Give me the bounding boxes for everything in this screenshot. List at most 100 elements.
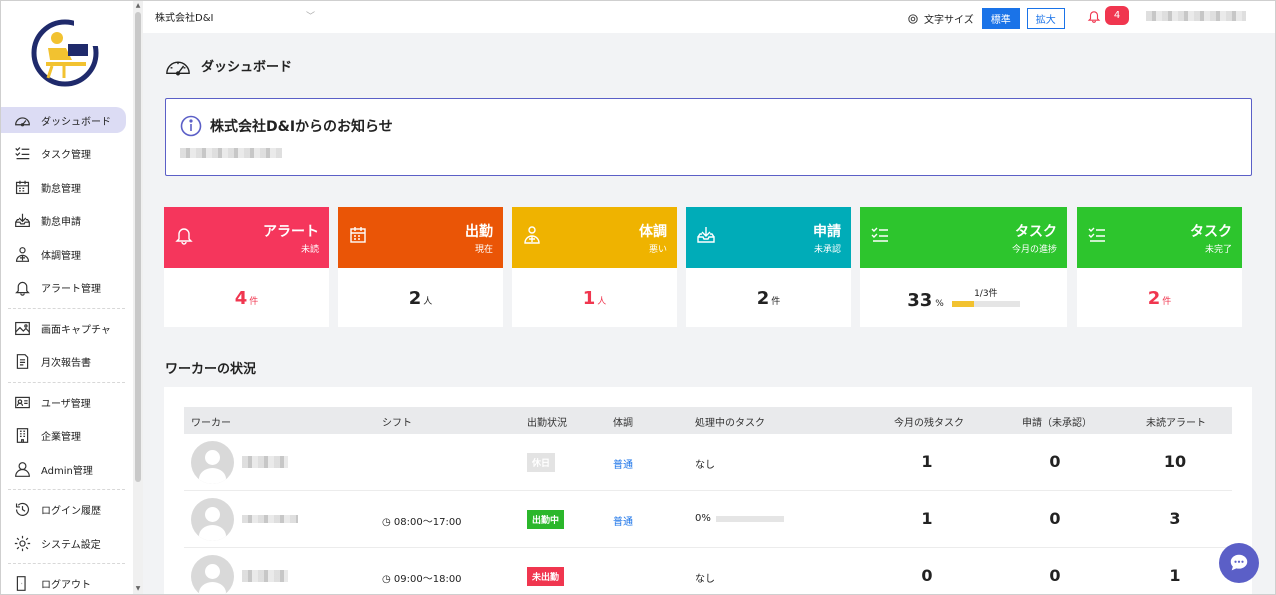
sidebar-item-label: 体調管理 (41, 250, 81, 262)
card-value-unit: 件 (771, 297, 781, 307)
progress-track (951, 301, 1020, 307)
sidebar-item-attendance-requests[interactable]: 勤怠申請 (0, 204, 133, 238)
card-value: 2件 (1077, 268, 1242, 309)
card-subtitle: 現在 (474, 245, 493, 255)
task-progress-bar: 1/3件 (951, 286, 1020, 307)
column-header-unread-alerts: 未読アラート (1146, 418, 1206, 429)
chat-button[interactable] (1219, 543, 1259, 583)
current-task: なし (695, 574, 715, 585)
font-large-button[interactable]: 拡大 (1026, 8, 1065, 29)
card-value: 4件 (164, 268, 329, 309)
sidebar-item-companies[interactable]: 企業管理 (0, 419, 133, 453)
sidebar-item-alerts[interactable]: アラート管理 (0, 271, 133, 305)
health-link[interactable]: 普通 (613, 456, 633, 471)
card-title: 出勤 (465, 224, 493, 240)
page-title-text: ダッシュボード (201, 59, 293, 75)
remaining-tasks: 0 (921, 566, 933, 585)
worker-name-redacted[interactable] (242, 570, 288, 582)
column-header-health: 体調 (613, 418, 633, 429)
card-attendance[interactable]: 出勤 現在 2人 (338, 207, 503, 327)
notification-bell-icon[interactable] (1087, 9, 1101, 23)
sidebar-nav: ダッシュボード タスク管理 勤怠管理 勤怠申請 体調管理 アラート管理 画面キャ… (0, 104, 133, 595)
remaining-tasks: 1 (921, 452, 933, 471)
column-header-remaining-tasks: 今月の残タスク (894, 418, 964, 429)
card-title: タスク (1015, 224, 1057, 240)
card-alerts[interactable]: アラート 未読 4件 (164, 207, 329, 327)
card-value-number: 2 (1147, 288, 1161, 309)
card-header: タスク 未完了 (1077, 207, 1242, 268)
card-value: 2件 (686, 268, 851, 309)
status-badge: 休日 (527, 453, 556, 472)
company-select-value: 株式会社D&I (155, 13, 214, 24)
table-row[interactable]: 休日 普通 なし 1 0 10 (184, 434, 1232, 491)
avatar (191, 441, 234, 484)
unread-alerts: 10 (1163, 452, 1187, 471)
sidebar-item-logout[interactable]: ログアウト (0, 567, 133, 595)
sidebar-item-screen-capture[interactable]: 画面キャプチャ (0, 312, 133, 346)
dashboard-icon (13, 111, 31, 129)
sidebar-item-label: タスク管理 (41, 150, 91, 162)
column-header-current-task: 処理中のタスク (695, 418, 765, 429)
sidebar-item-dashboard[interactable]: ダッシュボード (0, 107, 126, 133)
font-size-label: 文字サイズ (924, 15, 974, 26)
shift-time: ◷ 08:00〜17:00 (382, 517, 462, 528)
id-card-icon (13, 393, 31, 411)
gear-icon (13, 534, 31, 552)
table-row[interactable]: ◷ 08:00〜17:00 出勤中 普通 0% 1 0 3 (184, 491, 1232, 548)
card-value-unit: 件 (249, 297, 259, 307)
calendar-icon (350, 227, 366, 243)
health-link[interactable]: 普通 (613, 513, 633, 528)
pending-requests: 0 (1049, 452, 1061, 471)
sidebar-item-label: Admin管理 (41, 465, 93, 477)
pending-requests: 0 (1049, 509, 1061, 528)
card-tasks-incomplete[interactable]: タスク 未完了 2件 (1077, 207, 1242, 327)
card-value-unit: 人 (597, 297, 607, 307)
card-health[interactable]: 体調 悪い 1人 (512, 207, 677, 327)
nav-divider (8, 381, 125, 383)
worker-name-redacted[interactable] (242, 515, 298, 523)
person-icon (13, 460, 31, 478)
company-select[interactable]: 株式会社D&I ﹀ (155, 9, 315, 24)
sidebar-item-login-history[interactable]: ログイン履歴 (0, 493, 133, 527)
font-standard-button[interactable]: 標準 (981, 8, 1020, 29)
card-task-progress[interactable]: タスク 今月の進捗 33 % 1/3件 (860, 207, 1067, 327)
nav-divider (8, 489, 125, 490)
unread-alerts: 3 (1169, 509, 1181, 528)
scroll-up-arrow-icon[interactable]: ▲ (134, 2, 142, 10)
sidebar-item-label: 企業管理 (41, 432, 81, 444)
company-logo (31, 19, 100, 87)
task-list-icon (871, 227, 888, 242)
worker-name-redacted[interactable] (242, 456, 288, 468)
health-person-icon (13, 245, 31, 263)
progress-fill (951, 301, 975, 307)
sidebar-item-label: システム設定 (41, 539, 101, 551)
sidebar-item-label: ログアウト (41, 580, 91, 592)
status-badge: 未出勤 (527, 567, 565, 586)
sidebar-item-health[interactable]: 体調管理 (0, 238, 133, 272)
sidebar-item-admins[interactable]: Admin管理 (0, 453, 133, 487)
sidebar-item-users[interactable]: ユーザ管理 (0, 386, 133, 420)
card-value-unit: % (935, 299, 944, 309)
inbox-download-icon (13, 212, 31, 230)
table-row[interactable]: ◷ 09:00〜18:00 未出勤 なし 0 0 1 (184, 548, 1232, 595)
card-value: 33 % 1/3件 (860, 268, 1067, 311)
card-header: 申請 未承認 (686, 207, 851, 268)
dashboard-icon (166, 61, 190, 76)
sidebar-item-label: 勤怠申請 (41, 217, 81, 229)
card-requests[interactable]: 申請 未承認 2件 (686, 207, 851, 327)
scroll-down-arrow-icon[interactable]: ▼ (134, 585, 142, 593)
column-header-attendance: 出勤状況 (527, 418, 567, 429)
card-header: 出勤 現在 (338, 207, 503, 268)
card-value-number: 4 (234, 288, 248, 309)
sidebar-item-attendance[interactable]: 勤怠管理 (0, 171, 133, 205)
sidebar-item-monthly-report[interactable]: 月次報告書 (0, 345, 133, 379)
task-list-icon (1088, 227, 1105, 242)
sidebar: ダッシュボード タスク管理 勤怠管理 勤怠申請 体調管理 アラート管理 画面キャ… (0, 0, 133, 595)
sidebar-item-tasks[interactable]: タスク管理 (0, 137, 133, 171)
user-name-redacted[interactable] (1146, 11, 1246, 21)
card-subtitle: 悪い (648, 245, 667, 255)
sidebar-item-system-settings[interactable]: システム設定 (0, 527, 133, 561)
sidebar-scroll-thumb[interactable] (135, 12, 141, 482)
pending-requests: 0 (1049, 566, 1061, 585)
card-subtitle: 未完了 (1204, 245, 1232, 255)
